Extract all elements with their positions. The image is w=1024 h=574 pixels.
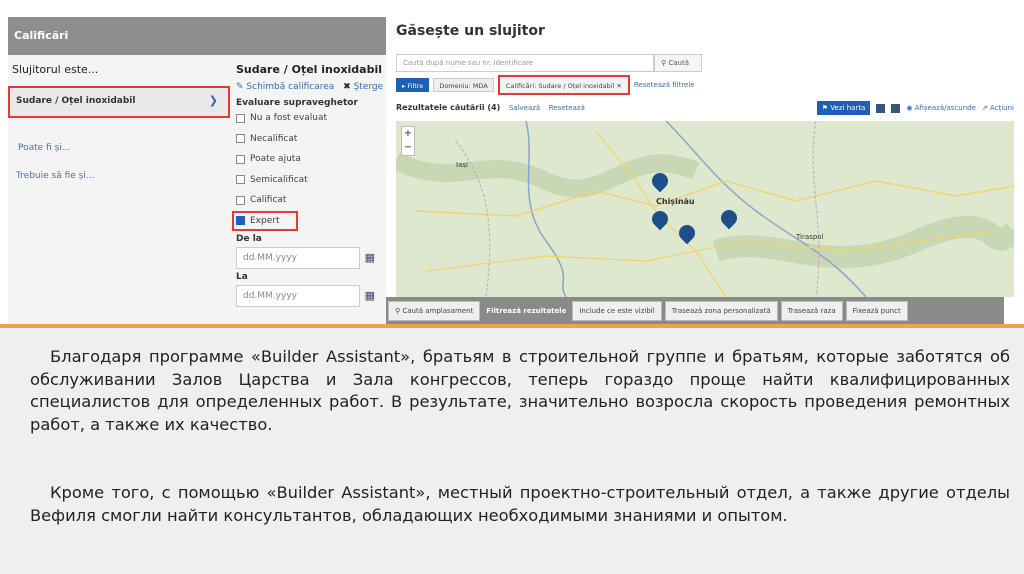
delete-link[interactable]: Șterge	[354, 82, 384, 92]
checkbox-checked[interactable]	[236, 216, 245, 226]
zoom-control[interactable]: + −	[401, 126, 415, 156]
map-terrain	[396, 121, 1014, 297]
city-label: Chișinău	[656, 197, 695, 206]
grid-view-icon[interactable]	[876, 103, 886, 113]
reset-filters-link[interactable]: Resetează filtrele	[634, 81, 695, 89]
checkbox[interactable]	[236, 175, 245, 185]
app-screenshot: Calificări Slujitorul este... Sudare / O…	[8, 17, 1020, 325]
toggle-columns-link[interactable]: ◉ Afișează/ascunde	[906, 104, 976, 112]
reset-link[interactable]: Resetează	[549, 104, 585, 112]
option-label: Necalificat	[250, 133, 298, 144]
search-button[interactable]: ⚲ Caută	[654, 54, 702, 72]
option-unqualified[interactable]: Necalificat	[236, 129, 386, 150]
button-label: Caută amplasament	[402, 307, 474, 315]
chip-label: Calificări: Sudare / Oțel inoxidabil	[505, 82, 615, 90]
checkbox[interactable]	[236, 134, 245, 144]
paragraph-1: Благодаря программе «Builder Assistant»,…	[30, 347, 1010, 434]
search-button-label: Caută	[668, 59, 690, 67]
option-label: Semicalificat	[250, 174, 308, 185]
from-label: De la	[236, 234, 262, 244]
results-title: Rezultatele căutării (4)	[396, 103, 501, 112]
date-placeholder: dd.MM.yyyy	[243, 291, 297, 301]
search-icon: ⚲	[661, 59, 667, 67]
qualification-title: Sudare / Oțel inoxidabil	[236, 63, 383, 76]
checkbox[interactable]	[236, 195, 245, 205]
pencil-icon: ✎	[236, 82, 244, 92]
include-visible-button[interactable]: Include ce este vizibil	[572, 301, 662, 321]
slide: Calificări Slujitorul este... Sudare / O…	[0, 0, 1024, 574]
option-can-help[interactable]: Poate ajuta	[236, 149, 386, 170]
find-servant-panel: Găsește un slujitor Caută după nume sau …	[386, 17, 1020, 325]
qualification-filter-chip[interactable]: Calificări: Sudare / Oțel inoxidabil ✕	[497, 75, 630, 95]
link-must-also-be[interactable]: Trebuie să fie și...	[16, 171, 94, 181]
column-title: Slujitorul este...	[12, 63, 99, 76]
option-label: Calificat	[250, 195, 287, 206]
option-label: Expert	[250, 215, 280, 226]
text-area: Благодаря программе «Builder Assistant»,…	[0, 328, 1024, 574]
option-not-rated[interactable]: Nu a fost evaluat	[236, 108, 386, 129]
option-label: Poate ajuta	[250, 154, 301, 165]
list-view-icon[interactable]	[891, 103, 901, 113]
domain-filter-chip[interactable]: Domeniu: MDA	[433, 78, 494, 92]
filter-bar: ▸ Filtre Domeniu: MDA Calificări: Sudare…	[396, 75, 695, 95]
map-button-label: Vezi harta	[830, 104, 866, 112]
rating-heading: Evaluare supraveghetor	[236, 98, 358, 108]
actions-label: Acțiuni	[989, 104, 1014, 112]
change-qualification-link[interactable]: Schimbă calificarea	[246, 82, 334, 92]
to-label: La	[236, 272, 248, 282]
link-can-also-be[interactable]: Poate fi și...	[18, 143, 70, 153]
draw-custom-area-button[interactable]: Trasează zona personalizată	[664, 301, 778, 321]
view-map-button[interactable]: ⚑ Vezi harta	[816, 101, 871, 115]
filter-results-label: Filtrează rezultatele	[486, 307, 567, 315]
checkbox[interactable]	[236, 154, 245, 164]
filters-label: Filtre	[407, 82, 424, 90]
option-expert[interactable]: Expert	[232, 210, 298, 231]
servant-column: Slujitorul este... Sudare / Oțel inoxida…	[8, 63, 233, 325]
option-semiqualified[interactable]: Semicalificat	[236, 170, 386, 191]
actions-link[interactable]: ⇗ Acțiuni	[982, 104, 1014, 112]
close-icon[interactable]: ✕	[616, 82, 621, 90]
item-label: Sudare / Oțel inoxidabil	[16, 96, 136, 106]
option-label: Nu a fost evaluat	[250, 113, 328, 124]
page-title: Găsește un slujitor	[396, 23, 545, 39]
toggle-label: Afișează/ascunde	[914, 104, 976, 112]
draw-radius-button[interactable]: Trasează raza	[780, 301, 843, 321]
results-bar: Rezultatele căutării (4) Salvează Resete…	[396, 101, 1014, 117]
qualifications-panel: Calificări Slujitorul este... Sudare / O…	[8, 17, 386, 325]
to-date-input[interactable]: dd.MM.yyyy ▦	[236, 285, 375, 307]
panel-header: Calificări	[8, 17, 386, 55]
calendar-icon[interactable]: ▦	[365, 251, 375, 264]
chevron-right-icon: ❯	[208, 94, 218, 107]
qualification-details: Sudare / Oțel inoxidabil ✎ Schimbă calif…	[232, 63, 386, 325]
map-toolbar: ⚲ Caută amplasament Filtrează rezultatel…	[386, 297, 1004, 325]
city-label: Tiraspol	[796, 233, 824, 241]
checkbox[interactable]	[236, 113, 245, 123]
search-location-button[interactable]: ⚲ Caută amplasament	[388, 301, 481, 321]
date-placeholder: dd.MM.yyyy	[243, 253, 297, 263]
city-label: Iași	[456, 161, 468, 169]
paragraph-2: Кроме того, с помощью «Builder Assistant…	[30, 483, 1010, 525]
search-input[interactable]: Caută după nume sau nr. identificare	[396, 54, 654, 72]
fix-point-button[interactable]: Fixează punct	[845, 301, 908, 321]
selected-qualification-item[interactable]: Sudare / Oțel inoxidabil ❯	[8, 86, 230, 118]
save-link[interactable]: Salvează	[509, 104, 540, 112]
search-icon: ⚲	[395, 307, 401, 315]
results-map[interactable]: + − Iași Chișinău Tiraspol	[396, 121, 1014, 297]
filters-button[interactable]: ▸ Filtre	[396, 78, 430, 92]
from-date-input[interactable]: dd.MM.yyyy ▦	[236, 247, 375, 269]
close-icon[interactable]: ✖	[343, 82, 351, 92]
calendar-icon[interactable]: ▦	[365, 289, 375, 302]
option-qualified[interactable]: Calificat	[236, 190, 386, 211]
